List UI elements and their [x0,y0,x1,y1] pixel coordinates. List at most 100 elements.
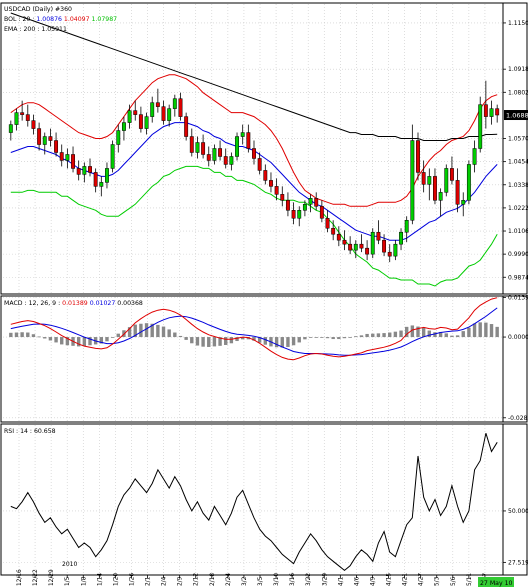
candle-body-49 [285,200,290,211]
bollinger-legend-part-1: 1.00876 [36,16,62,23]
candle-body-23 [138,114,143,129]
candle-body-80 [461,200,466,205]
x-year-label: 2010 [62,561,77,568]
rsi-ytick-label-0: 50.000 [508,508,528,515]
candle-body-81 [466,164,471,201]
candle-body-55 [319,206,324,219]
candle-body-63 [365,247,370,255]
candle-body-83 [478,104,483,149]
macd-histogram-bar-81 [467,327,471,338]
x-tick-label-11: 2/12 [194,573,200,586]
macd-histogram-bar-28 [167,329,171,338]
x-tick-label-26: 5/3 [435,576,441,586]
x-tick-label-24: 4/21 [403,573,409,586]
macd-histogram-bar-32 [190,337,194,344]
macd-histogram-bar-23 [139,323,143,338]
x-tick-label-13: 2/24 [226,573,232,586]
candle-body-59 [342,239,347,245]
macd-histogram-bar-53 [308,337,313,338]
candle-body-57 [331,227,336,235]
macd-histogram-bar-0 [9,332,13,338]
x-tick-label-2: 12/29 [49,569,55,586]
candle-body-61 [353,243,358,251]
candle-body-46 [269,180,273,187]
macd-histogram-bar-61 [354,336,358,338]
x-tick-label-23: 4/15 [387,573,393,586]
candle-body-71 [410,140,415,221]
price-ytick-label-8: 0.9990 [508,251,528,258]
candle-body-51 [297,210,302,219]
candle-body-42 [246,132,251,149]
macd-histogram-bar-80 [461,331,465,338]
candle-body-15 [93,172,98,187]
candle-body-53 [308,198,313,205]
candle-body-45 [263,170,268,181]
candle-body-48 [280,194,285,201]
x-tick-label-3: 1/5 [65,576,71,586]
x-tick-label-0: 12/16 [17,569,23,586]
candle-body-14 [88,166,92,173]
macd-histogram-bar-4 [31,334,36,338]
macd-histogram-bar-49 [286,337,290,347]
macd-histogram-bar-45 [263,337,268,345]
candle-body-72 [416,140,420,173]
macd-histogram-bar-64 [371,333,375,338]
candle-body-9 [59,152,64,161]
macd-histogram-bar-78 [450,335,454,338]
macd-histogram-bar-27 [161,326,166,338]
macd-histogram-bar-56 [325,337,330,339]
candle-body-27 [161,106,166,121]
macd-histogram-bar-83 [478,322,482,338]
macd-histogram-bar-59 [342,337,347,339]
x-tick-label-1: 12/22 [33,569,39,586]
candle-body-10 [65,154,70,161]
candle-body-44 [257,158,262,171]
candle-body-82 [472,148,477,165]
macd-histogram-bar-82 [472,323,477,338]
macd-histogram-bar-73 [421,327,426,338]
price-ytick-label-3: 1.0570 [508,136,528,143]
current-date-label: 27 May 10 [480,580,513,587]
candle-body-25 [150,102,155,117]
candle-body-56 [325,218,330,229]
trading-chart: 1.1150 1.0918 1.0802 1.0570 1.0454 1.0338 1.02… [0,2,528,587]
macd-histogram-bar-30 [178,335,183,338]
macd-histogram-bar-13 [82,337,87,347]
candle-body-5 [37,128,42,145]
x-tick-label-4: 1/8 [81,576,87,586]
candle-body-30 [178,98,183,117]
x-tick-label-18: 3/22 [306,573,312,586]
macd-histogram-bar-55 [320,337,324,338]
chart-window: 1.1150 1.0918 1.0802 1.0570 1.0454 1.0338 1.02… [0,0,528,588]
candle-body-7 [48,136,53,141]
price-panel-frame [0,2,528,295]
candle-body-77 [444,168,449,193]
price-ytick-label-4: 1.0454 [508,159,528,166]
macd-histogram-bar-18 [110,337,115,338]
rsi-ytick-label-1: 27.519 [508,559,528,566]
candle-body-21 [127,110,132,123]
candle-body-47 [274,186,279,195]
candle-body-12 [76,168,81,175]
price-ytick-label-9: 0.9874 [508,274,528,281]
macd-histogram-bar-51 [297,337,301,343]
candle-body-74 [427,176,432,185]
candle-body-34 [201,142,206,155]
x-tick-label-5: 1/14 [97,573,103,586]
price-ytick-label-0: 1.1150 [508,20,528,27]
price-legend-title: USDCAD (Daily) #360 [4,6,72,13]
candle-body-37 [218,148,223,157]
macd-histogram-bar-85 [489,324,494,338]
macd-histogram-bar-38 [224,337,228,345]
macd-legend-part-2: 0.01027 [88,300,118,307]
macd-histogram-bar-31 [184,337,188,340]
macd-histogram-bar-39 [229,337,234,344]
macd-histogram-bar-67 [388,332,392,338]
candle-body-4 [31,120,36,129]
x-tick-label-21: 4/6 [354,576,360,586]
price-ytick-label-2: 1.0802 [508,89,528,96]
candle-body-76 [438,192,443,201]
candle-body-62 [359,243,364,249]
macd-histogram-bar-5 [37,336,41,338]
macd-histogram-bar-1 [14,332,19,338]
